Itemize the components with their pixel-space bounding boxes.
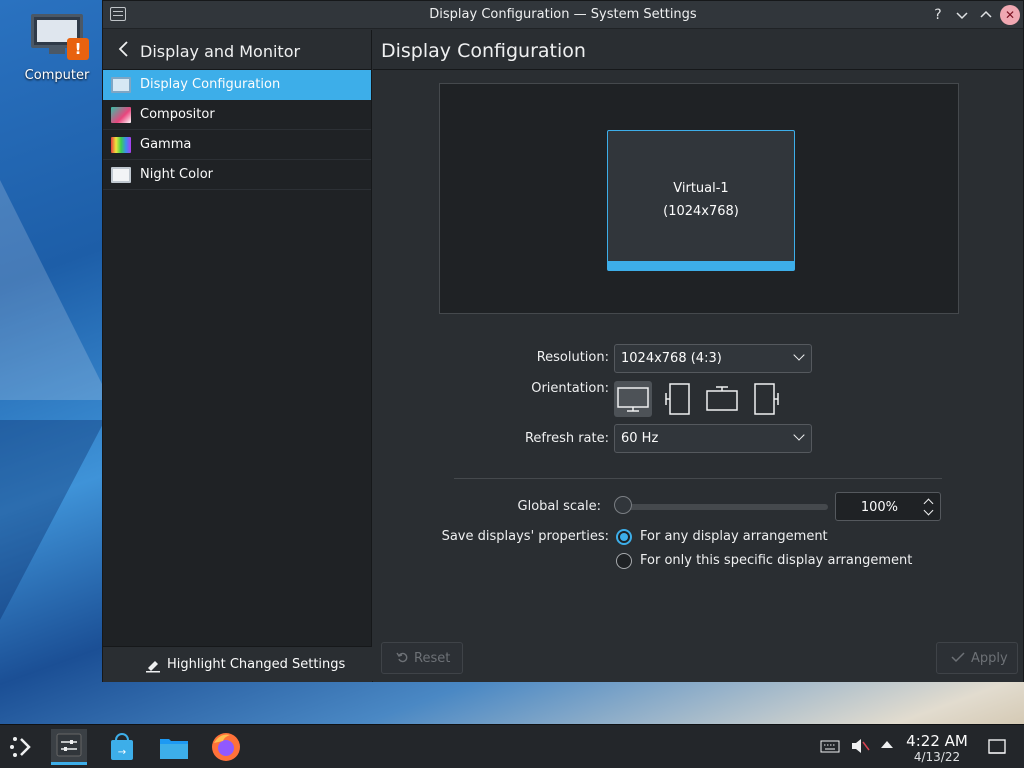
apply-button[interactable]: Apply: [936, 642, 1018, 674]
chevron-down-icon: [793, 429, 805, 441]
sidebar-item-night-color[interactable]: Night Color: [103, 160, 371, 190]
checkmark-icon: [951, 651, 965, 667]
main-content: Display Configuration Virtual-1 (1024x76…: [373, 30, 1023, 682]
save-specific-arrangement-radio[interactable]: [616, 553, 632, 569]
volume-muted-icon[interactable]: [850, 737, 870, 759]
orientation-label: Orientation:: [531, 381, 609, 396]
taskbar-discover[interactable]: →: [104, 729, 140, 765]
page-title: Display Configuration: [381, 40, 586, 62]
sidebar-item-label: Display Configuration: [140, 77, 281, 92]
sidebar-title: Display and Monitor: [140, 42, 301, 61]
close-button[interactable]: ✕: [1000, 5, 1020, 25]
chevron-down-icon[interactable]: [923, 505, 934, 516]
global-scale-slider[interactable]: [620, 504, 828, 510]
minimize-button[interactable]: [952, 5, 972, 25]
discover-store-icon: →: [111, 733, 133, 760]
resolution-label: Resolution:: [536, 350, 609, 365]
landscape-orientation-icon: [617, 387, 649, 412]
keyboard-icon[interactable]: [820, 737, 840, 759]
save-any-arrangement-label[interactable]: For any display arrangement: [640, 529, 828, 544]
system-settings-window: Display Configuration — System Settings …: [102, 0, 1024, 682]
window-title: Display Configuration — System Settings: [429, 7, 697, 22]
desktop-computer-icon[interactable]: ! Computer: [20, 12, 94, 83]
sidebar-item-label: Gamma: [140, 137, 192, 152]
sidebar-header: Display and Monitor: [103, 30, 371, 70]
system-settings-icon: [56, 733, 82, 757]
global-scale-spinbox[interactable]: 100%: [835, 492, 941, 521]
refresh-rate-label: Refresh rate:: [524, 431, 609, 446]
output-resolution: (1024x768): [663, 204, 739, 219]
global-scale-slider-handle[interactable]: [614, 496, 632, 514]
orientation-portrait-right-button[interactable]: [747, 381, 785, 417]
output-virtual-1[interactable]: Virtual-1 (1024x768): [607, 130, 795, 271]
resolution-value: 1024x768 (4:3): [621, 351, 722, 366]
computer-icon: !: [31, 12, 89, 60]
sidebar: Display and Monitor Display Configuratio…: [103, 30, 372, 682]
output-selection-bar: [608, 261, 794, 270]
separator: [454, 478, 942, 479]
portrait-right-orientation-icon: [754, 383, 779, 415]
application-launcher-button[interactable]: [4, 729, 40, 765]
warning-badge-icon: !: [67, 38, 89, 60]
clock-time[interactable]: 4:22 AM: [900, 732, 974, 750]
display-arrangement-preview: Virtual-1 (1024x768): [439, 83, 959, 314]
help-button[interactable]: ?: [928, 5, 948, 25]
sidebar-item-compositor[interactable]: Compositor: [103, 100, 371, 130]
taskbar: → 4:22 AM 4/13/22: [0, 724, 1024, 768]
window-titlebar[interactable]: Display Configuration — System Settings …: [103, 1, 1023, 29]
wallpaper-facet: [0, 180, 110, 400]
output-name: Virtual-1: [673, 181, 729, 196]
maximize-button[interactable]: [976, 5, 996, 25]
back-arrow-icon[interactable]: [117, 39, 129, 63]
content-header: Display Configuration: [373, 30, 1023, 70]
refresh-rate-value: 60 Hz: [621, 431, 659, 446]
taskbar-firefox[interactable]: [208, 729, 244, 765]
save-properties-label: Save displays' properties:: [441, 529, 609, 544]
highlight-button-label: Highlight Changed Settings: [167, 657, 346, 672]
portrait-left-orientation-icon: [665, 383, 690, 415]
reset-button-label: Reset: [414, 651, 451, 666]
desktop-icon-label: Computer: [24, 68, 90, 83]
svg-text:→: →: [118, 747, 126, 758]
refresh-rate-combobox[interactable]: 60 Hz: [614, 424, 812, 453]
wallpaper-facet: [0, 420, 105, 620]
apply-button-label: Apply: [971, 651, 1008, 666]
reset-button[interactable]: Reset: [381, 642, 463, 674]
resolution-combobox[interactable]: 1024x768 (4:3): [614, 344, 812, 373]
sidebar-item-label: Night Color: [140, 167, 213, 182]
sidebar-item-gamma[interactable]: Gamma: [103, 130, 371, 160]
save-specific-arrangement-label[interactable]: For only this specific display arrangeme…: [640, 553, 912, 568]
save-any-arrangement-radio[interactable]: [616, 529, 632, 545]
highlight-changed-settings-button[interactable]: Highlight Changed Settings: [103, 646, 372, 682]
display-icon: [111, 77, 131, 93]
undo-icon: [396, 651, 408, 667]
orientation-flipped-button[interactable]: [703, 381, 741, 417]
sidebar-item-display-configuration[interactable]: Display Configuration: [103, 70, 371, 100]
clock-date[interactable]: 4/13/22: [900, 750, 974, 764]
kde-launcher-icon: [10, 737, 31, 757]
highlighter-icon: [145, 657, 160, 673]
chevron-down-icon: [793, 349, 805, 361]
night-color-icon: [111, 167, 131, 183]
sidebar-item-label: Compositor: [140, 107, 215, 122]
compositor-icon: [111, 107, 131, 123]
global-scale-value: 100%: [860, 500, 898, 515]
gamma-icon: [111, 137, 131, 153]
show-desktop-icon[interactable]: [988, 738, 1006, 760]
orientation-portrait-left-button[interactable]: [659, 381, 697, 417]
taskbar-file-manager[interactable]: [156, 729, 192, 765]
tray-expand-icon[interactable]: [880, 739, 894, 755]
firefox-icon: [212, 733, 240, 761]
taskbar-system-settings[interactable]: [51, 729, 87, 765]
flipped-orientation-icon: [706, 386, 738, 411]
global-scale-label: Global scale:: [517, 499, 601, 514]
folder-icon: [160, 739, 188, 759]
orientation-landscape-button[interactable]: [614, 381, 652, 417]
